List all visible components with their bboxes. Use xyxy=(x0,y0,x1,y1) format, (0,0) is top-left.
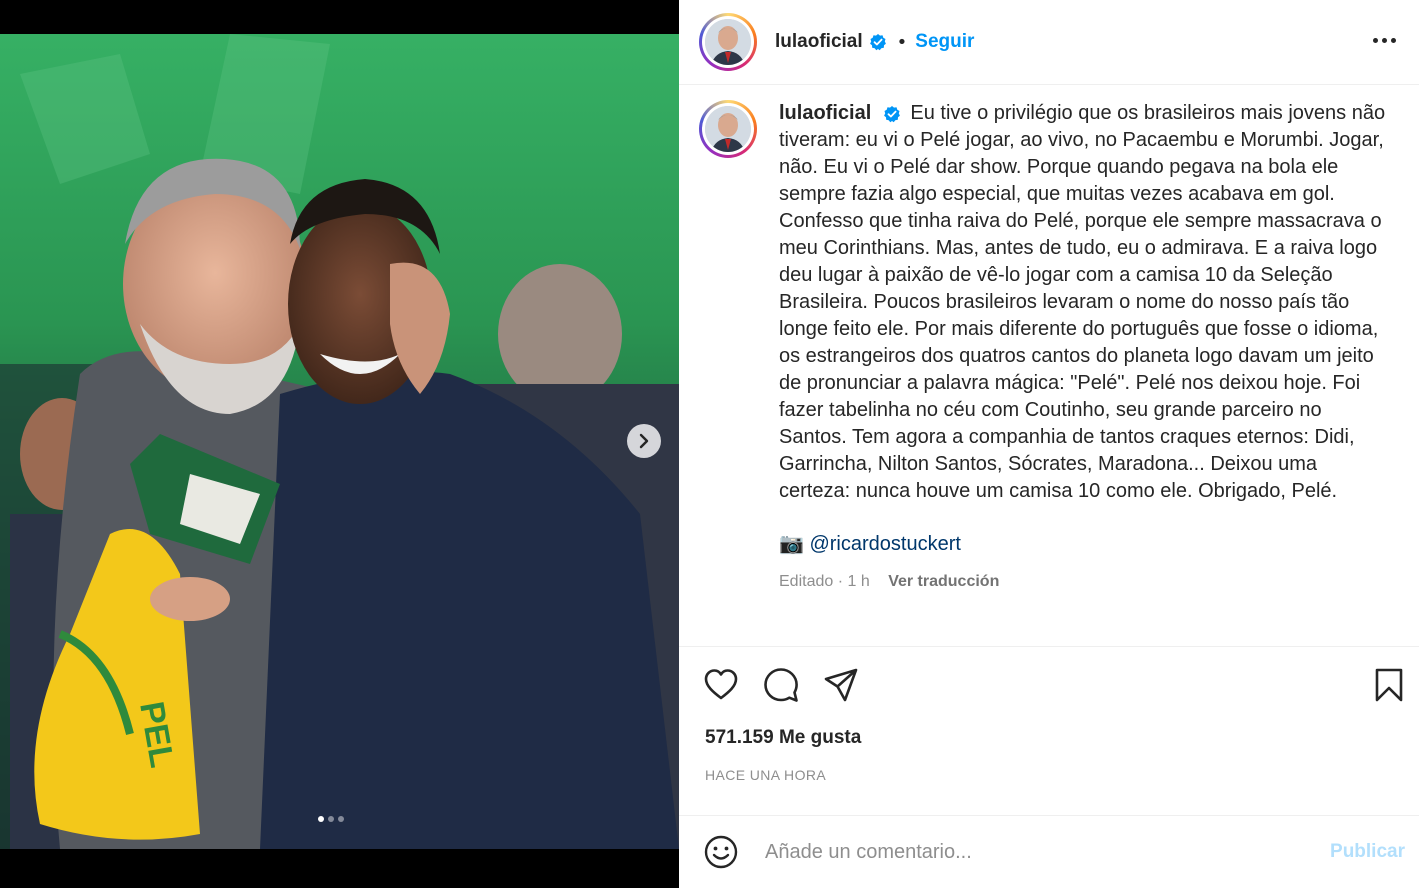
more-options-icon[interactable] xyxy=(1369,28,1399,52)
caption-username[interactable]: lulaoficial xyxy=(779,102,871,124)
post-photo[interactable]: PEL xyxy=(0,34,679,849)
camera-icon: 📷 xyxy=(779,533,804,555)
verified-badge-icon xyxy=(869,34,886,51)
action-bar xyxy=(679,646,1419,726)
bookmark-icon[interactable] xyxy=(1371,667,1407,703)
carousel-dot xyxy=(328,816,334,822)
credit-handle-link[interactable]: @ricardostuckert xyxy=(809,533,960,555)
edited-label: Editado xyxy=(779,573,834,590)
caption-area: lulaoficial Eu tive o privilégio que os … xyxy=(679,86,1419,646)
verified-badge-icon xyxy=(883,105,900,122)
photo-credit: 📷 @ricardostuckert xyxy=(779,531,1389,558)
see-translation-button[interactable]: Ver traducción xyxy=(888,573,999,590)
post-header: lulaoficial • Seguir xyxy=(679,0,1419,85)
caption-meta: Editado · 1 h Ver traducción xyxy=(779,568,1389,595)
share-icon[interactable] xyxy=(823,667,859,703)
carousel-dot xyxy=(338,816,344,822)
publish-button[interactable]: Publicar xyxy=(1330,841,1405,863)
chevron-right-icon xyxy=(639,433,649,449)
carousel-next-button[interactable] xyxy=(627,424,661,458)
caption-avatar xyxy=(705,106,751,152)
caption-text: Eu tive o privilégio que os brasileiros … xyxy=(779,102,1386,502)
post-panel: lulaoficial • Seguir lulaoficial Eu tive… xyxy=(679,0,1419,888)
carousel-dot-active xyxy=(318,816,324,822)
story-ring[interactable] xyxy=(699,13,757,71)
meta-separator: · xyxy=(833,573,848,590)
comment-icon[interactable] xyxy=(763,667,799,703)
caption-text-block: lulaoficial Eu tive o privilégio que os … xyxy=(779,100,1389,505)
post-time-ago[interactable]: HACE UNA HORA xyxy=(705,767,826,783)
header-username[interactable]: lulaoficial xyxy=(775,31,863,53)
follow-button[interactable]: Seguir xyxy=(915,31,974,53)
heart-icon[interactable] xyxy=(703,667,739,703)
carousel-indicator xyxy=(318,816,344,822)
caption-story-ring[interactable] xyxy=(699,100,757,158)
avatar xyxy=(705,19,751,65)
header-separator: • xyxy=(896,31,908,53)
likes-count[interactable]: 571.159 Me gusta xyxy=(705,727,861,749)
emoji-icon[interactable] xyxy=(703,834,739,870)
photo-illustration: PEL xyxy=(0,34,679,849)
comment-bar: Publicar xyxy=(679,815,1419,888)
caption-time[interactable]: 1 h xyxy=(847,573,869,590)
post-media: PEL xyxy=(0,0,679,888)
caption-body: lulaoficial Eu tive o privilégio que os … xyxy=(779,100,1389,595)
comment-input[interactable] xyxy=(765,840,1331,864)
